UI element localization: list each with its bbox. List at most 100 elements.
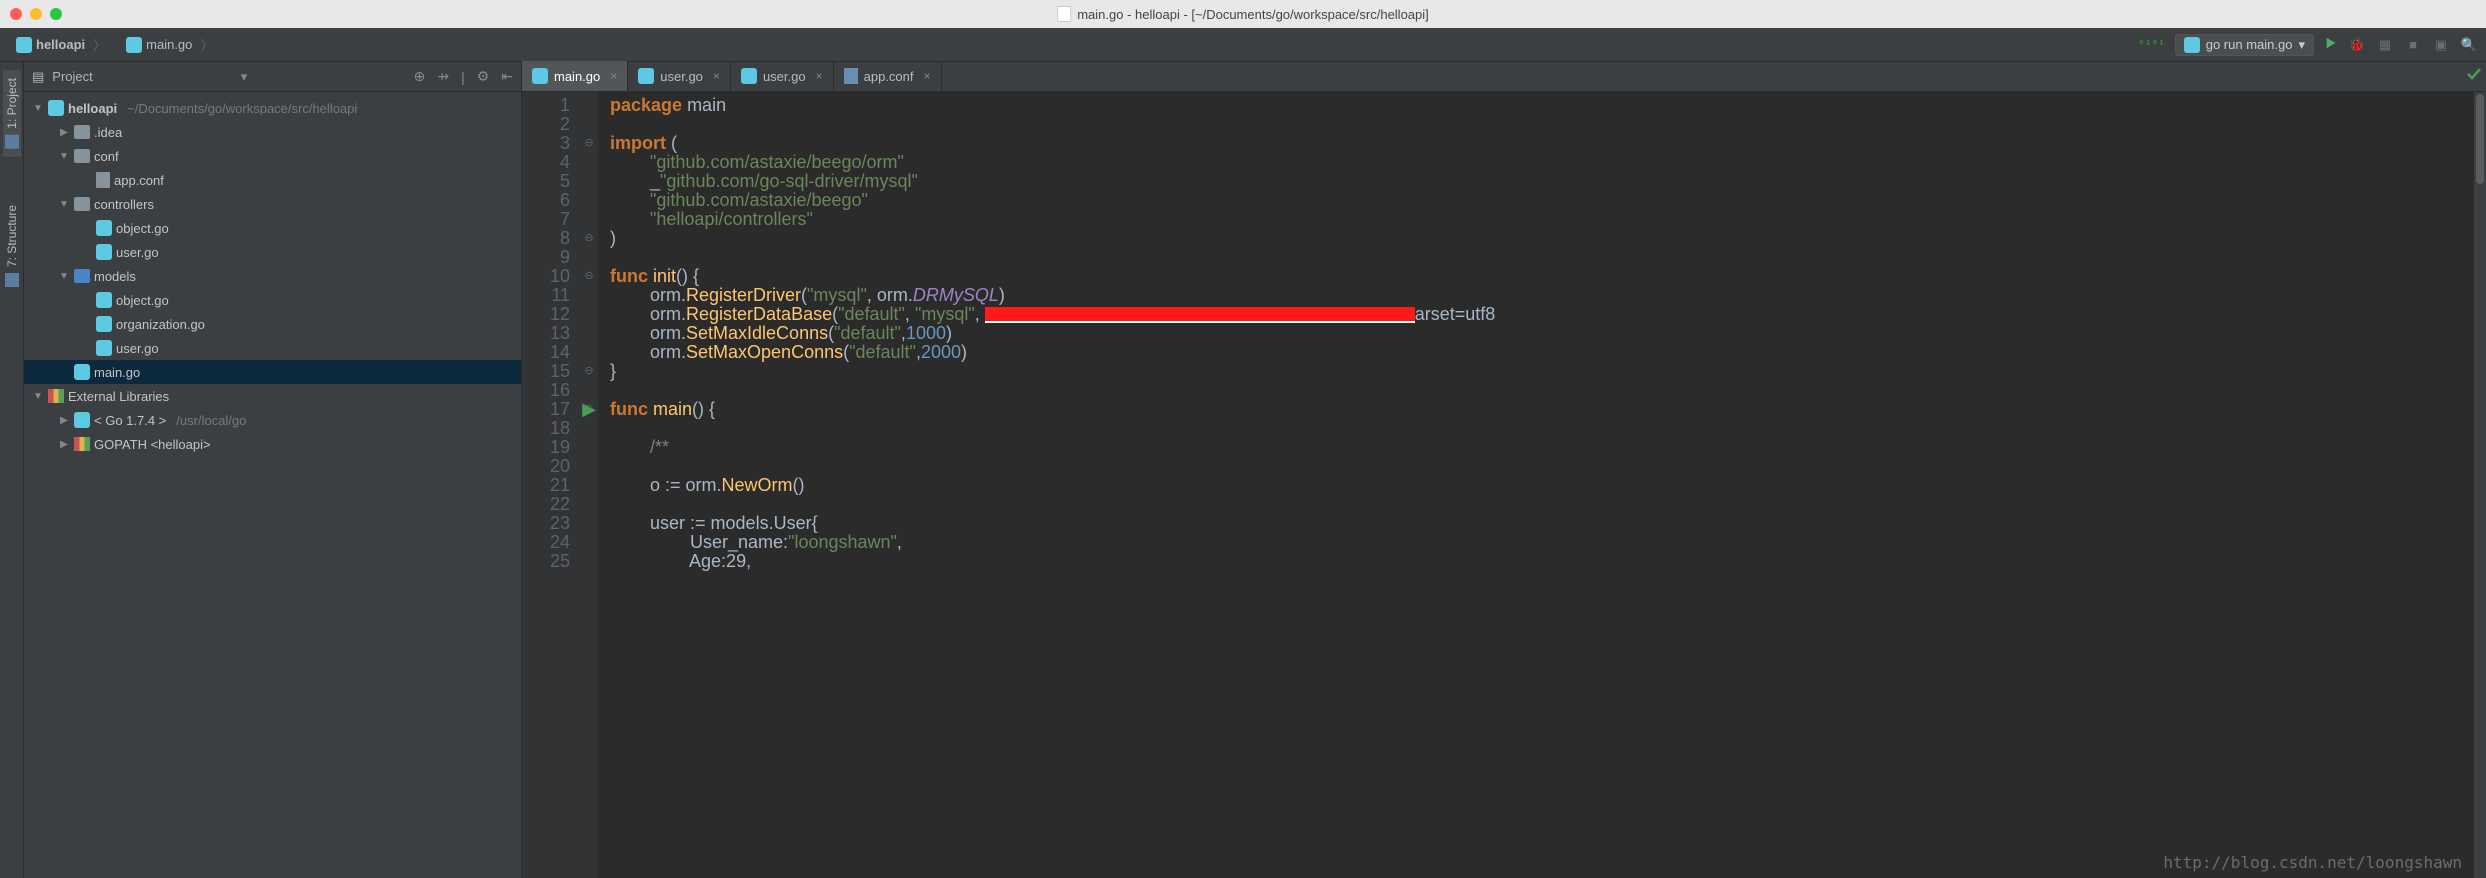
fold-toggle [580, 324, 598, 343]
zoom-window-button[interactable] [50, 8, 62, 20]
conf-file-icon [96, 172, 110, 188]
tool-tab-structure[interactable]: 7: Structure [3, 197, 21, 295]
run-gutter-icon[interactable]: ▶ [580, 400, 598, 419]
fold-toggle[interactable]: ⊖ [580, 362, 598, 381]
tree-item[interactable]: ▶object.go [24, 216, 521, 240]
project-panel-title: Project [52, 69, 92, 84]
expand-arrow-icon[interactable]: ▶ [58, 127, 70, 138]
dropdown-arrow-icon[interactable]: ▾ [241, 69, 248, 85]
close-tab-icon[interactable]: × [816, 69, 823, 83]
tree-root[interactable]: ▼ helloapi ~/Documents/go/workspace/src/… [24, 96, 521, 120]
tree-item-label: object.go [116, 221, 169, 236]
fold-toggle[interactable]: ⊖ [580, 267, 598, 286]
project-view-icon: ▤ [32, 69, 44, 85]
gopher-icon [74, 364, 90, 380]
file-icon [1057, 6, 1071, 22]
editor-tab[interactable]: user.go× [731, 61, 834, 91]
settings-gear-icon[interactable]: ⚙ [477, 68, 490, 85]
fold-toggle [580, 476, 598, 495]
breadcrumb-file-label: main.go [146, 37, 192, 52]
window-title: main.go - helloapi - [~/Documents/go/wor… [1057, 6, 1429, 22]
collapse-icon[interactable]: ⇸ [437, 68, 449, 85]
tree-external-libs[interactable]: ▼ External Libraries [24, 384, 521, 408]
hide-panel-icon[interactable]: ⇤ [501, 68, 513, 85]
folder-icon [74, 269, 90, 283]
tree-go-sdk-path: /usr/local/go [176, 413, 246, 428]
code-editor[interactable]: 1234567891011121314151617181920212223242… [522, 92, 2486, 878]
gopher-icon [96, 292, 112, 308]
expand-arrow-icon[interactable]: ▼ [32, 103, 44, 114]
tree-item[interactable]: ▶organization.go [24, 312, 521, 336]
structure-tool-icon [5, 273, 19, 287]
debug-button[interactable]: 🐞 [2348, 36, 2366, 54]
tree-item[interactable]: ▶user.go [24, 336, 521, 360]
fold-toggle [580, 248, 598, 267]
analysis-ok-icon[interactable] [2466, 66, 2482, 82]
run-config-selector[interactable]: go run main.go ▾ [2175, 34, 2314, 56]
fold-toggle [580, 495, 598, 514]
breadcrumb-file[interactable]: main.go 〉 [118, 33, 221, 56]
breadcrumb-project-label: helloapi [36, 37, 85, 52]
build-indicator-icon[interactable]: ⁰¹⁰¹ [2138, 38, 2165, 51]
libraries-icon [48, 389, 64, 403]
tree-item[interactable]: ▶.idea [24, 120, 521, 144]
run-button[interactable] [2324, 36, 2338, 53]
tree-item[interactable]: ▼models [24, 264, 521, 288]
breadcrumb-project[interactable]: helloapi 〉 [8, 33, 114, 56]
close-tab-icon[interactable]: × [713, 69, 720, 83]
dropdown-arrow-icon: ▾ [2298, 37, 2305, 53]
minimize-window-button[interactable] [30, 8, 42, 20]
code-content[interactable]: package mainimport ( "github.com/astaxie… [598, 92, 2486, 878]
tab-label: app.conf [864, 69, 914, 84]
locate-icon[interactable]: ⊕ [414, 68, 426, 85]
tree-item[interactable]: ▼controllers [24, 192, 521, 216]
tree-gopath[interactable]: ▶ GOPATH <helloapi> [24, 432, 521, 456]
tool-tab-project-label: 1: Project [5, 78, 19, 129]
tool-tab-project[interactable]: 1: Project [3, 70, 21, 157]
gopher-icon [48, 100, 64, 116]
expand-arrow-icon[interactable]: ▶ [58, 439, 70, 450]
gopher-icon [126, 37, 142, 53]
tree-item[interactable]: ▶object.go [24, 288, 521, 312]
layout-button[interactable]: ▣ [2432, 36, 2450, 54]
fold-column[interactable]: ⊖⊖⊖⊖⊖ [580, 92, 598, 878]
tree-item-label: user.go [116, 245, 159, 260]
fold-toggle [580, 343, 598, 362]
expand-arrow-icon[interactable]: ▼ [58, 271, 70, 282]
close-window-button[interactable] [10, 8, 22, 20]
gopher-icon [96, 220, 112, 236]
close-tab-icon[interactable]: × [923, 69, 930, 83]
navigation-bar: helloapi 〉 main.go 〉 ⁰¹⁰¹ go run main.go… [0, 28, 2486, 62]
expand-arrow-icon[interactable]: ▶ [58, 415, 70, 426]
fold-toggle[interactable]: ⊖ [580, 134, 598, 153]
expand-arrow-icon[interactable]: ▼ [58, 199, 70, 210]
tree-go-sdk[interactable]: ▶ < Go 1.7.4 > /usr/local/go [24, 408, 521, 432]
tree-item[interactable]: ▶main.go [24, 360, 521, 384]
tree-item[interactable]: ▶user.go [24, 240, 521, 264]
tree-root-path: ~/Documents/go/workspace/src/helloapi [127, 101, 357, 116]
tree-item[interactable]: ▶app.conf [24, 168, 521, 192]
editor-tab[interactable]: main.go × [522, 61, 628, 91]
conf-file-icon [844, 68, 858, 84]
gopher-icon [16, 37, 32, 53]
fold-toggle [580, 457, 598, 476]
expand-arrow-icon[interactable]: ▼ [32, 391, 44, 402]
close-tab-icon[interactable]: × [610, 69, 617, 83]
expand-arrow-icon[interactable]: ▼ [58, 151, 70, 162]
stop-button[interactable]: ■ [2404, 36, 2422, 54]
gopher-icon [74, 412, 90, 428]
tree-item[interactable]: ▼conf [24, 144, 521, 168]
fold-toggle[interactable]: ⊖ [580, 229, 598, 248]
folder-icon [74, 149, 90, 163]
editor-tab[interactable]: app.conf × [834, 61, 942, 91]
tree-go-sdk-label: < Go 1.7.4 > [94, 413, 166, 428]
editor-tab[interactable]: user.go× [628, 61, 731, 91]
search-button[interactable]: 🔍 [2460, 36, 2478, 54]
scrollbar-thumb[interactable] [2476, 94, 2484, 184]
fold-toggle [580, 438, 598, 457]
tab-label: main.go [554, 69, 600, 84]
vertical-scrollbar[interactable] [2474, 92, 2486, 878]
editor-area: main.go×user.go×user.go×app.conf× 123456… [522, 62, 2486, 878]
project-tree[interactable]: ▼ helloapi ~/Documents/go/workspace/src/… [24, 92, 521, 878]
coverage-button[interactable]: ▦ [2376, 36, 2394, 54]
